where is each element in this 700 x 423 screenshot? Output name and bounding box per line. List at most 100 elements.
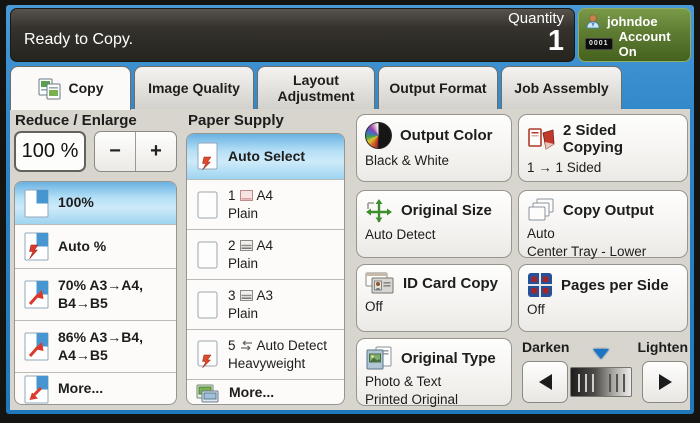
copy-tab-content: Reduce / Enlarge 100 % − + 100% Auto % — [10, 109, 690, 410]
darken-label: Darken — [522, 339, 569, 355]
lighten-button[interactable] — [642, 361, 688, 403]
original-size-button[interactable]: Original Size Auto Detect — [356, 190, 512, 258]
page-100-icon — [24, 189, 49, 218]
tray-size: A4 — [257, 187, 274, 205]
tab-output-format[interactable]: Output Format — [378, 66, 498, 109]
tab-bar: Copy Image Quality Layout Adjustment Out… — [10, 66, 690, 109]
quantity-display: Quantity 1 — [508, 11, 564, 57]
tab-output-format-label: Output Format — [389, 80, 486, 96]
reduce-enlarge-title: Reduce / Enlarge — [15, 112, 137, 129]
copier-touchscreen: Ready to Copy. Quantity 1 johndoe 0001 A… — [6, 5, 694, 414]
pages-per-side-button[interactable]: Pages per Side Off — [518, 264, 688, 332]
user-icon — [585, 14, 601, 29]
id-card-icon — [365, 272, 395, 295]
tray-size: Auto Detect — [257, 337, 328, 355]
two-sided-copying-value: 1 → 1 Sided — [527, 159, 679, 177]
tab-layout-adjustment[interactable]: Layout Adjustment — [257, 66, 375, 109]
tray-number: 2 — [228, 237, 236, 255]
reduce-enlarge-stepper: − + — [94, 131, 177, 172]
paper-level-full-icon — [240, 240, 253, 251]
lighten-label: Lighten — [637, 339, 688, 355]
original-type-icon — [365, 346, 393, 370]
page-auto-icon — [24, 232, 49, 261]
tray-number: 5 — [228, 337, 236, 355]
paper-sheet-icon — [196, 291, 219, 319]
id-card-copy-title: ID Card Copy — [403, 275, 498, 292]
quantity-value: 1 — [508, 26, 564, 58]
two-sided-copying-title: 2 Sided Copying — [563, 122, 679, 156]
paper-sheet-icon — [196, 241, 219, 269]
account-status: Account On — [619, 29, 684, 59]
tray-type: Plain — [228, 205, 273, 223]
account-username: johndoe — [607, 14, 658, 29]
reduce-option-more[interactable]: More... — [15, 373, 176, 405]
status-message: Ready to Copy. — [24, 31, 133, 49]
reduce-enlarge-list: 100% Auto % 70% A3→A4,B4→B5 86% A3→B4,A4… — [14, 181, 177, 405]
reduce-enlarge-value-field[interactable]: 100 % — [14, 131, 86, 172]
tab-copy-label: Copy — [69, 80, 104, 96]
output-color-value: Black & White — [365, 152, 503, 170]
tab-copy[interactable]: Copy — [10, 66, 131, 110]
reduce-option-86[interactable]: 86% A3→B4,A4→B5 — [15, 321, 176, 373]
copy-output-button[interactable]: Copy Output Auto Center Tray - Lower — [518, 190, 688, 258]
zoom-minus-button[interactable]: − — [95, 132, 136, 171]
paper-option-tray1[interactable]: 1 A4 Plain — [187, 180, 344, 230]
density-slider[interactable] — [570, 367, 632, 397]
density-slider-handle[interactable] — [593, 359, 609, 405]
paper-level-full-icon — [240, 290, 253, 301]
output-color-button[interactable]: Output Color Black & White — [356, 114, 512, 182]
original-type-title: Original Type — [401, 350, 496, 367]
darken-arrow-icon — [539, 374, 552, 390]
pages-per-side-title: Pages per Side — [561, 277, 669, 294]
original-type-value: Photo & Text Printed Original — [365, 373, 503, 408]
paper-auto-icon — [196, 142, 219, 171]
page-more-icon — [24, 375, 49, 404]
tray-number: 3 — [228, 287, 236, 305]
tray-number: 1 — [228, 187, 236, 205]
tray-type: Heavyweight — [228, 355, 327, 373]
paper-option-auto-select[interactable]: Auto Select — [187, 134, 344, 180]
tab-image-quality-label: Image Quality — [148, 80, 240, 96]
copy-output-value: Auto Center Tray - Lower — [527, 225, 679, 260]
tray-size: A4 — [257, 237, 274, 255]
tray-size: A3 — [257, 287, 274, 305]
output-color-title: Output Color — [400, 127, 492, 144]
original-size-title: Original Size — [401, 202, 492, 219]
original-type-button[interactable]: Original Type Photo & Text Printed Origi… — [356, 338, 512, 406]
paper-option-tray5[interactable]: 5 Auto Detect Heavyweight — [187, 330, 344, 380]
status-bar: Ready to Copy. Quantity 1 — [10, 8, 575, 62]
tray-type: Plain — [228, 255, 273, 273]
copy-output-title: Copy Output — [563, 202, 654, 219]
paper-option-tray3[interactable]: 3 A3 Plain — [187, 280, 344, 330]
id-card-copy-button[interactable]: ID Card Copy Off — [356, 264, 512, 332]
account-panel[interactable]: johndoe 0001 Account On — [578, 8, 691, 62]
lighten-arrow-icon — [659, 374, 672, 390]
tab-job-assembly[interactable]: Job Assembly — [501, 66, 622, 109]
two-sided-icon — [527, 127, 555, 151]
paper-level-low-icon — [240, 190, 253, 201]
page-reduce-70-icon — [24, 280, 49, 309]
tab-image-quality[interactable]: Image Quality — [134, 66, 254, 109]
id-card-copy-value: Off — [365, 298, 503, 316]
tab-job-assembly-label: Job Assembly — [514, 80, 608, 96]
original-size-value: Auto Detect — [365, 226, 503, 244]
meter-icon: 0001 — [585, 38, 613, 50]
reduce-option-70[interactable]: 70% A3→A4,B4→B5 — [15, 269, 176, 321]
pages-per-side-icon — [527, 272, 553, 298]
reduce-option-100[interactable]: 100% — [15, 182, 176, 225]
tab-layout-adjustment-label: Layout Adjustment — [272, 72, 360, 104]
tray-type: Plain — [228, 305, 273, 323]
output-color-icon — [365, 122, 392, 149]
page-reduce-86-icon — [24, 332, 49, 361]
paper-option-more[interactable]: More... — [187, 380, 344, 405]
two-sided-copying-button[interactable]: 2 Sided Copying 1 → 1 Sided — [518, 114, 688, 182]
zoom-plus-button[interactable]: + — [136, 132, 176, 171]
paper-supply-title: Paper Supply — [188, 112, 284, 129]
copy-output-icon — [527, 198, 555, 222]
darken-button[interactable] — [522, 361, 568, 403]
paper-option-tray2[interactable]: 2 A4 Plain — [187, 230, 344, 280]
tray-more-icon — [196, 383, 220, 403]
paper-auto-sheet-icon — [196, 340, 219, 369]
paper-sheet-icon — [196, 191, 219, 219]
reduce-option-auto[interactable]: Auto % — [15, 225, 176, 269]
